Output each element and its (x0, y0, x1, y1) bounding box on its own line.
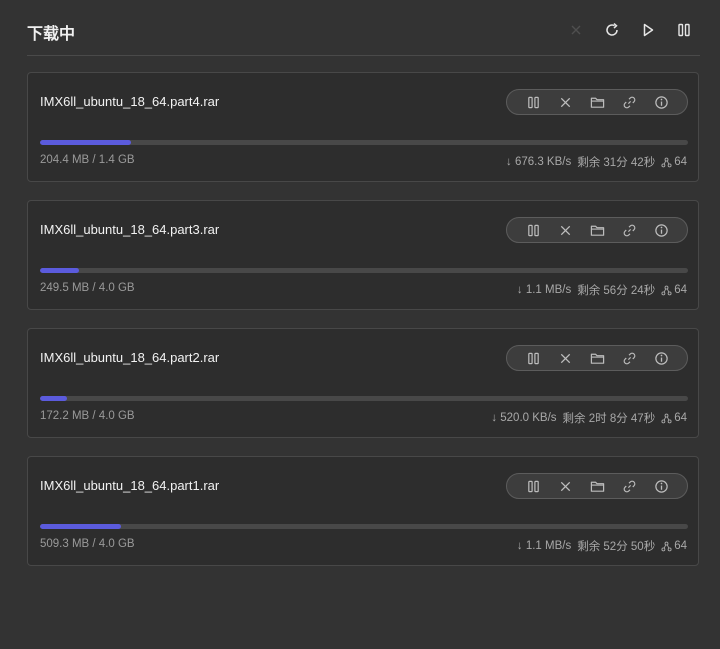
time-remaining: 剩余 2时 8分 47秒 (562, 413, 656, 425)
download-speed: ↓ 1.1 MB/s (516, 284, 572, 296)
pause-icon (527, 224, 539, 236)
delete-task-button[interactable] (556, 93, 574, 111)
download-task[interactable]: IMX6ll_ubuntu_18_64.part4.rar 204.4 MB /… (27, 72, 699, 182)
connections: 64 (661, 540, 687, 552)
time-remaining: 剩余 56分 24秒 (577, 285, 656, 297)
link-icon (623, 224, 635, 236)
info-icon (654, 479, 668, 493)
pause-task-button[interactable] (524, 477, 542, 495)
pause-icon (527, 96, 539, 108)
time-remaining: 剩余 31分 42秒 (577, 157, 656, 169)
download-speed: ↓ 520.0 KB/s (491, 412, 557, 424)
task-file-name: IMX6ll_ubuntu_18_64.part4.rar (40, 94, 220, 109)
pause-icon (527, 352, 539, 364)
open-folder-button[interactable] (588, 477, 606, 495)
pause-all-button[interactable] (673, 19, 695, 41)
download-task[interactable]: IMX6ll_ubuntu_18_64.part2.rar 172.2 MB /… (27, 328, 699, 438)
progress-bar (40, 524, 688, 529)
play-icon (643, 23, 654, 37)
delete-task-button[interactable] (556, 477, 574, 495)
folder-icon (590, 481, 604, 492)
task-size: 249.5 MB / 4.0 GB (40, 282, 135, 294)
connections-icon (661, 157, 672, 167)
download-speed: ↓ 1.1 MB/s (516, 540, 572, 552)
info-icon (654, 95, 668, 109)
task-size: 172.2 MB / 4.0 GB (40, 410, 135, 422)
time-remaining: 剩余 52分 50秒 (577, 541, 656, 553)
task-actions (506, 217, 688, 243)
delete-task-button[interactable] (556, 349, 574, 367)
task-info-button[interactable] (652, 477, 670, 495)
close-icon (560, 353, 570, 363)
connections: 64 (661, 284, 687, 296)
pause-task-button[interactable] (524, 221, 542, 239)
close-icon (560, 97, 570, 107)
folder-icon (590, 225, 604, 236)
connections-icon (661, 541, 672, 551)
open-folder-button[interactable] (588, 221, 606, 239)
close-icon (560, 225, 570, 235)
pause-task-button[interactable] (524, 93, 542, 111)
task-file-name: IMX6ll_ubuntu_18_64.part2.rar (40, 350, 220, 365)
connection-count: 64 (674, 284, 687, 296)
copy-link-button[interactable] (620, 477, 638, 495)
task-actions (506, 473, 688, 499)
connection-count: 64 (674, 156, 687, 168)
close-icon (560, 481, 570, 491)
progress-fill (40, 268, 79, 273)
task-size: 204.4 MB / 1.4 GB (40, 154, 135, 166)
progress-bar (40, 396, 688, 401)
copy-link-button[interactable] (620, 349, 638, 367)
task-file-name: IMX6ll_ubuntu_18_64.part3.rar (40, 222, 220, 237)
link-icon (623, 352, 635, 364)
link-icon (623, 96, 635, 108)
copy-link-button[interactable] (620, 93, 638, 111)
refresh-button[interactable] (601, 19, 623, 41)
delete-task-button[interactable] (556, 221, 574, 239)
copy-link-button[interactable] (620, 221, 638, 239)
progress-bar (40, 268, 688, 273)
task-stats: ↓ 1.1 MB/s 剩余 56分 24秒 64 (517, 282, 687, 298)
page-title: 下载中 (27, 26, 76, 43)
folder-icon (590, 97, 604, 108)
task-stats: ↓ 676.3 KB/s 剩余 31分 42秒 64 (506, 154, 687, 170)
close-icon (571, 25, 581, 35)
download-task[interactable]: IMX6ll_ubuntu_18_64.part3.rar 249.5 MB /… (27, 200, 699, 310)
task-info-button[interactable] (652, 349, 670, 367)
task-info-button[interactable] (652, 221, 670, 239)
progress-fill (40, 140, 131, 145)
connections: 64 (661, 412, 687, 424)
task-actions (506, 345, 688, 371)
task-stats: ↓ 520.0 KB/s 剩余 2时 8分 47秒 64 (491, 410, 687, 426)
task-file-name: IMX6ll_ubuntu_18_64.part1.rar (40, 478, 220, 493)
folder-icon (590, 353, 604, 364)
task-actions (506, 89, 688, 115)
task-size: 509.3 MB / 4.0 GB (40, 538, 135, 550)
download-speed: ↓ 676.3 KB/s (506, 156, 572, 168)
link-icon (623, 480, 635, 492)
connection-count: 64 (674, 412, 687, 424)
info-icon (654, 351, 668, 365)
info-icon (654, 223, 668, 237)
connections-icon (661, 413, 672, 423)
pause-icon (527, 480, 539, 492)
resume-all-button[interactable] (637, 19, 659, 41)
page-header: 下载中 (27, 0, 700, 56)
connections: 64 (661, 156, 687, 168)
open-folder-button[interactable] (588, 93, 606, 111)
progress-fill (40, 524, 121, 529)
pause-task-button[interactable] (524, 349, 542, 367)
connections-icon (661, 285, 672, 295)
open-folder-button[interactable] (588, 349, 606, 367)
download-task[interactable]: IMX6ll_ubuntu_18_64.part1.rar 509.3 MB /… (27, 456, 699, 566)
connection-count: 64 (674, 540, 687, 552)
delete-all-button[interactable] (565, 19, 587, 41)
task-info-button[interactable] (652, 93, 670, 111)
refresh-icon (606, 22, 618, 36)
pause-icon (678, 23, 690, 37)
progress-fill (40, 396, 68, 401)
task-stats: ↓ 1.1 MB/s 剩余 52分 50秒 64 (517, 538, 687, 554)
progress-bar (40, 140, 688, 145)
